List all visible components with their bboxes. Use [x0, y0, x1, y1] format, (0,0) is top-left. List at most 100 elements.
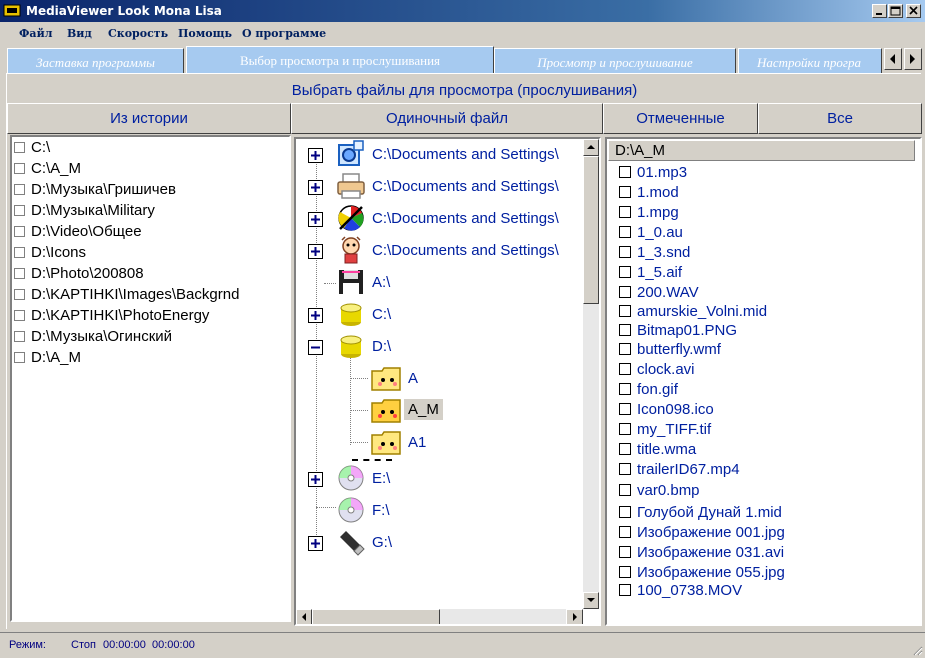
file-item[interactable]: var0.bmp — [619, 482, 700, 502]
tree-node[interactable]: G:\ — [296, 527, 583, 559]
checkbox[interactable] — [619, 206, 631, 218]
file-item[interactable]: 1_3.snd — [619, 244, 690, 264]
checkbox[interactable] — [619, 286, 631, 298]
close-button[interactable] — [906, 4, 921, 18]
tree-node[interactable]: C:\ — [296, 299, 583, 331]
history-item[interactable]: D:\Музыка\Огинский — [14, 328, 172, 348]
checkbox[interactable] — [619, 484, 631, 496]
checkbox[interactable] — [619, 363, 631, 375]
scroll-down-button[interactable] — [583, 592, 599, 609]
history-item[interactable]: D:\Video\Общее — [14, 223, 142, 243]
file-item[interactable]: 1.mod — [619, 184, 679, 204]
tree-node[interactable]: C:\Documents and Settings\ — [296, 203, 583, 235]
file-item[interactable]: Изображение 031.avi — [619, 544, 784, 564]
expand-toggle[interactable] — [308, 244, 323, 259]
checkbox[interactable] — [619, 166, 631, 178]
tree-node[interactable]: C:\Documents and Settings\ — [296, 171, 583, 203]
expand-toggle[interactable] — [308, 180, 323, 195]
single-file-button[interactable]: Одиночный файл — [291, 103, 603, 134]
checkbox[interactable] — [619, 443, 631, 455]
file-item[interactable]: 1_5.aif — [619, 264, 682, 284]
checkbox[interactable] — [14, 310, 25, 321]
checkbox[interactable] — [619, 383, 631, 395]
file-item[interactable]: 01.mp3 — [619, 164, 687, 184]
tab-splash[interactable]: Заставка программы — [7, 48, 184, 74]
tree-node[interactable]: F:\ — [296, 495, 583, 527]
checkbox[interactable] — [14, 184, 25, 195]
file-item[interactable]: Голубой Дунай 1.mid — [619, 504, 782, 524]
file-list[interactable]: D:\A_M 01.mp3 1.mod 1.mpg 1_0.au 1_3.snd… — [605, 137, 922, 626]
expand-toggle[interactable] — [308, 212, 323, 227]
history-item[interactable]: D:\Музыка\Гришичев — [14, 181, 176, 201]
scroll-thumb[interactable] — [583, 156, 599, 304]
tree-horizontal-scrollbar[interactable] — [296, 609, 583, 624]
tree-node[interactable]: C:\Documents and Settings\ — [296, 235, 583, 267]
file-item[interactable]: clock.avi — [619, 361, 695, 381]
file-item[interactable]: Bitmap01.PNG — [619, 322, 737, 342]
minimize-button[interactable] — [872, 4, 887, 18]
checkbox[interactable] — [619, 186, 631, 198]
checkbox[interactable] — [14, 163, 25, 174]
checkbox[interactable] — [14, 205, 25, 216]
history-item[interactable]: D:\Photo\200808 — [14, 265, 144, 285]
history-item[interactable]: D:\Icons — [14, 244, 86, 264]
checkbox[interactable] — [14, 142, 25, 153]
file-item[interactable]: fon.gif — [619, 381, 678, 401]
folder-tree[interactable]: C:\Documents and Settings\ C:\Documents … — [294, 137, 601, 626]
tab-selection[interactable]: Выбор просмотра и прослушивания — [186, 46, 494, 74]
checkbox[interactable] — [619, 546, 631, 558]
checkbox[interactable] — [619, 324, 631, 336]
history-item[interactable]: D:\KAPTIHKI\Images\Backgrnd — [14, 286, 239, 306]
menu-help[interactable]: Помощь — [178, 27, 232, 40]
tab-scroll-left[interactable] — [884, 48, 902, 70]
file-item[interactable]: trailerID67.mp4 — [619, 461, 740, 481]
history-item[interactable]: D:\A_M — [14, 349, 81, 369]
checkbox[interactable] — [14, 268, 25, 279]
checkbox[interactable] — [619, 566, 631, 578]
file-item[interactable]: my_TIFF.tif — [619, 421, 711, 441]
menu-speed[interactable]: Скорость — [108, 27, 168, 40]
file-item[interactable]: Изображение 001.jpg — [619, 524, 785, 544]
maximize-button[interactable] — [888, 4, 903, 18]
file-item[interactable]: amurskie_Volni.mid — [619, 303, 767, 323]
checkbox[interactable] — [619, 343, 631, 355]
marked-button[interactable]: Отмеченные — [603, 103, 758, 134]
history-item[interactable]: D:\KAPTIHKI\PhotoEnergy — [14, 307, 209, 327]
expand-toggle[interactable] — [308, 472, 323, 487]
file-item[interactable]: 200.WAV — [619, 284, 699, 304]
menu-file[interactable]: Файл — [19, 27, 52, 40]
tree-node[interactable]: E:\ — [296, 463, 583, 495]
checkbox[interactable] — [14, 226, 25, 237]
checkbox[interactable] — [14, 331, 25, 342]
checkbox[interactable] — [619, 526, 631, 538]
resize-grip-icon[interactable] — [911, 644, 923, 656]
checkbox[interactable] — [14, 289, 25, 300]
checkbox[interactable] — [619, 584, 631, 596]
scroll-right-button[interactable] — [566, 609, 583, 624]
tree-node[interactable]: A1 — [296, 427, 583, 459]
tab-settings[interactable]: Настройки програ — [738, 48, 882, 74]
all-button[interactable]: Все — [758, 103, 922, 134]
history-item[interactable]: D:\Музыка\Military — [14, 202, 155, 222]
checkbox[interactable] — [619, 403, 631, 415]
tab-scroll-right[interactable] — [904, 48, 922, 70]
checkbox[interactable] — [619, 423, 631, 435]
from-history-button[interactable]: Из истории — [7, 103, 291, 134]
file-item[interactable]: butterfly.wmf — [619, 341, 721, 361]
checkbox[interactable] — [14, 247, 25, 258]
title-bar[interactable]: MediaViewer Look Mona Lisa — [0, 0, 925, 22]
checkbox[interactable] — [619, 506, 631, 518]
history-item[interactable]: C:\A_M — [14, 160, 81, 180]
tab-playback[interactable]: Просмотр и прослушивание — [494, 48, 736, 74]
file-item[interactable]: 1_0.au — [619, 224, 683, 244]
checkbox[interactable] — [619, 246, 631, 258]
file-item[interactable]: 100_0738.MOV — [619, 582, 742, 602]
expand-toggle[interactable] — [308, 308, 323, 323]
file-item[interactable]: Icon098.ico — [619, 401, 714, 421]
history-item[interactable]: C:\ — [14, 139, 50, 159]
menu-view[interactable]: Вид — [67, 27, 92, 40]
tree-node[interactable]: A — [296, 363, 583, 395]
scroll-thumb[interactable] — [312, 609, 440, 624]
expand-toggle[interactable] — [308, 536, 323, 551]
tree-node[interactable]: D:\ — [296, 331, 583, 363]
